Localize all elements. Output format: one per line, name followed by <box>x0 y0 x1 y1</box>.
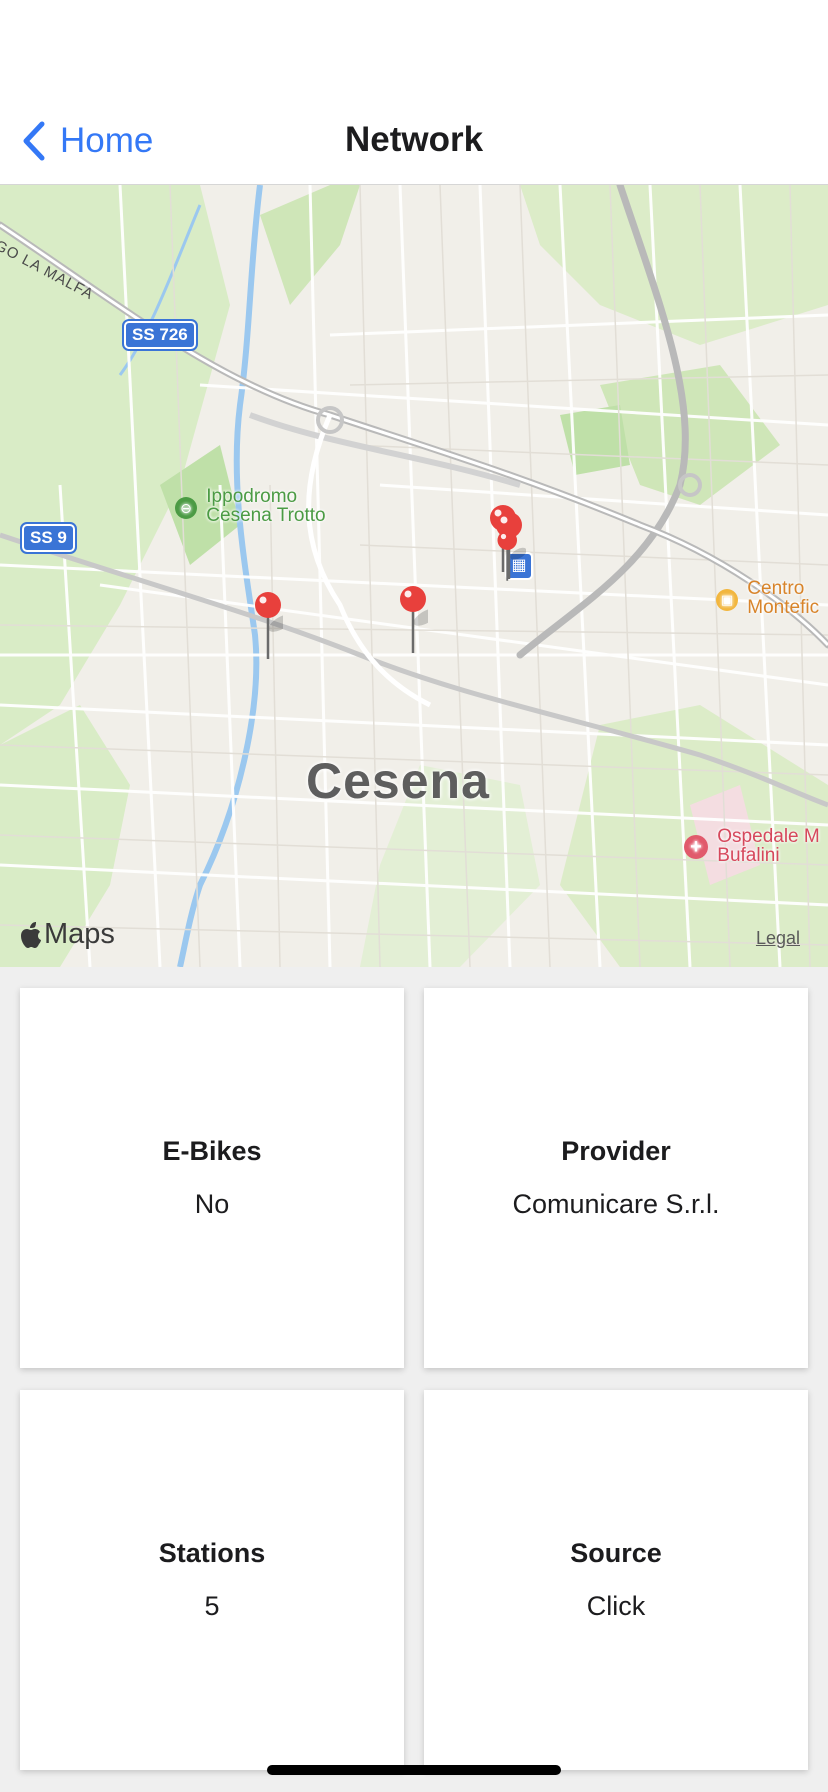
card-title: E-Bikes <box>162 1136 262 1166</box>
road-badge-ss726: SS 726 <box>122 319 198 351</box>
card-title: Provider <box>561 1136 671 1166</box>
page-title: Network <box>344 120 484 159</box>
apple-maps-attribution: Maps <box>20 918 115 951</box>
poi-centro[interactable]: ▣ Centro Montefic <box>716 579 819 617</box>
station-pin[interactable] <box>398 585 428 655</box>
poi-ippodromo-label-2: Cesena Trotto <box>206 505 326 526</box>
poi-centro-label-1: Centro <box>747 578 805 599</box>
apple-logo-icon <box>21 921 41 948</box>
shopping-icon: ▣ <box>716 589 738 611</box>
info-card-ebikes: E-Bikes No <box>20 988 404 1368</box>
poi-ospedale-label-1: Ospedale M <box>717 826 820 847</box>
station-pin[interactable] <box>496 521 526 591</box>
poi-ospedale-label-2: Bufalini <box>717 845 780 866</box>
hospital-icon: + <box>684 835 708 859</box>
station-pin[interactable] <box>253 591 283 661</box>
card-value: Click <box>586 1591 646 1621</box>
maps-label: Maps <box>44 918 115 950</box>
map-view[interactable]: SS 726 SS 9 GO LA MALFA ⊖ Ippodromo Cese… <box>0 185 828 967</box>
racetrack-icon: ⊖ <box>175 497 197 519</box>
poi-ippodromo-label-1: Ippodromo <box>206 486 298 507</box>
info-card-source[interactable]: Source Click <box>424 1390 808 1770</box>
info-card-stations: Stations 5 <box>20 1390 404 1770</box>
card-value: Comunicare S.r.l. <box>512 1189 720 1219</box>
road-badge-ss9: SS 9 <box>20 522 77 554</box>
card-value: No <box>194 1189 230 1219</box>
info-card-provider: Provider Comunicare S.r.l. <box>424 988 808 1368</box>
home-indicator[interactable] <box>267 1765 561 1775</box>
poi-ospedale[interactable]: + Ospedale M Bufalini <box>684 827 820 865</box>
poi-ippodromo[interactable]: ⊖ Ippodromo Cesena Trotto <box>175 487 326 525</box>
card-value: 5 <box>204 1591 220 1621</box>
card-title: Source <box>570 1538 662 1568</box>
legal-link[interactable]: Legal <box>756 928 800 949</box>
navigation-bar: Home Network <box>0 0 828 185</box>
poi-centro-label-2: Montefic <box>747 597 820 618</box>
card-title: Stations <box>158 1538 266 1568</box>
screen: Home Network SS 726 SS 9 GO LA MALFA ⊖ I… <box>0 0 828 1792</box>
city-label: Cesena <box>306 753 490 809</box>
